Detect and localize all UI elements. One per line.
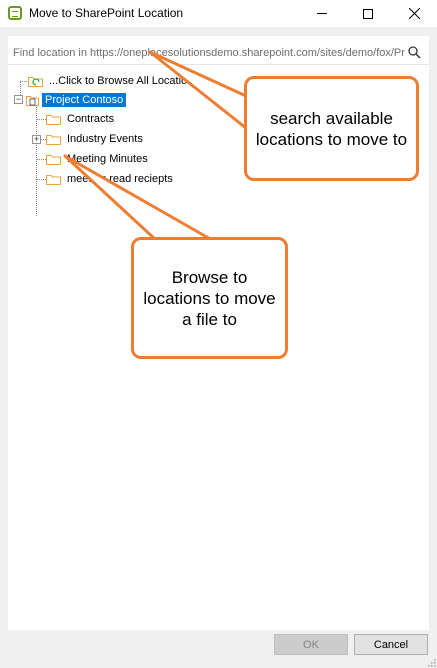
tree-connector <box>36 119 46 120</box>
folder-label: Contracts <box>67 113 115 125</box>
folder-label: Industry Events <box>67 133 143 145</box>
tree-item-meeting-read-reciepts[interactable]: meeting read reciepts <box>46 170 176 188</box>
search-callout-text: search available locations to move to <box>255 108 408 149</box>
search-callout: search available locations to move to <box>244 76 419 181</box>
tree-item-browse-all[interactable]: ...Click to Browse All Locations <box>28 72 202 90</box>
expand-toggle[interactable]: + <box>32 135 41 144</box>
window-title: Move to SharePoint Location <box>29 6 184 20</box>
tree-connector <box>36 159 46 160</box>
minimize-icon <box>317 13 327 14</box>
ok-button[interactable]: OK <box>274 634 348 655</box>
browse-all-label: ...Click to Browse All Locations <box>49 75 199 87</box>
cancel-button[interactable]: Cancel <box>354 634 428 655</box>
tree-item-industry-events[interactable]: Industry Events <box>46 130 146 148</box>
browse-callout: Browse to locations to move a file to <box>131 237 288 359</box>
close-icon <box>408 8 420 19</box>
search-icon[interactable] <box>408 46 421 59</box>
folder-icon <box>46 174 61 185</box>
maximize-icon <box>363 8 373 19</box>
folder-icon <box>46 154 61 165</box>
minimize-button[interactable] <box>299 0 345 27</box>
folder-icon <box>46 134 61 145</box>
collapse-toggle[interactable]: − <box>14 95 23 104</box>
refresh-folder-icon <box>28 76 43 87</box>
browse-callout-text: Browse to locations to move a file to <box>143 267 276 329</box>
resize-grip-icon[interactable] <box>427 658 436 667</box>
close-button[interactable] <box>391 0 437 27</box>
tree-item-contracts[interactable]: Contracts <box>46 110 117 128</box>
tree-connector <box>36 179 46 180</box>
move-dialog: Move to SharePoint Location Find locatio… <box>0 0 437 668</box>
location-search-input[interactable] <box>13 44 405 62</box>
folder-label: Meeting Minutes <box>67 153 148 165</box>
app-icon <box>8 6 22 20</box>
title-bar[interactable]: Move to SharePoint Location <box>0 0 437 27</box>
tree-item-project-contoso[interactable]: Project Contoso <box>26 91 127 109</box>
folder-icon <box>46 114 61 125</box>
site-folder-icon <box>26 95 39 106</box>
search-bar <box>8 39 429 65</box>
maximize-button[interactable] <box>345 0 391 27</box>
project-root-label: Project Contoso <box>42 93 127 107</box>
folder-label: meeting read reciepts <box>67 173 173 185</box>
tree-item-meeting-minutes[interactable]: Meeting Minutes <box>46 150 151 168</box>
